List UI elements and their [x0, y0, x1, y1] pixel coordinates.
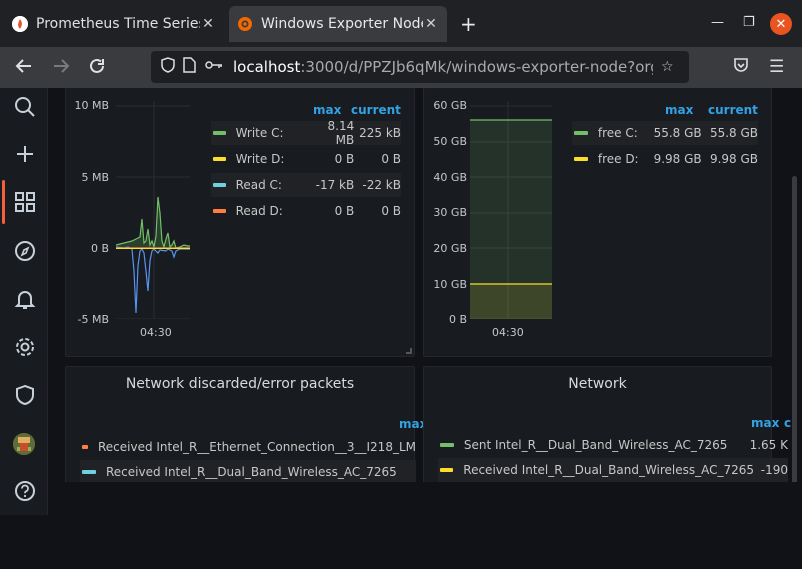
free-space-panel: 60 GB 50 GB 40 GB 30 GB 20 GB 10 GB 0 B … — [423, 88, 772, 357]
key-icon[interactable] — [205, 59, 227, 75]
y-axis-label: 0 B — [90, 242, 109, 255]
x-axis-label: 04:30 — [492, 326, 524, 339]
new-tab-icon[interactable]: + — [460, 12, 477, 36]
legend-row[interactable]: Received Intel_R__Ethernet_Connection__3… — [80, 435, 416, 459]
minimize-icon[interactable]: — — [711, 15, 724, 30]
series-swatch — [213, 209, 226, 213]
series-swatch — [213, 183, 226, 187]
page-icon[interactable] — [183, 57, 205, 77]
forward-icon[interactable] — [52, 57, 70, 80]
tab-prometheus[interactable]: Prometheus Time Series ✕ — [4, 6, 224, 42]
panel-title[interactable]: Network — [424, 376, 771, 392]
server-admin-shield-icon[interactable] — [13, 384, 37, 408]
grafana-favicon-icon — [237, 16, 253, 32]
tab-title: Windows Exporter Node — [261, 16, 423, 32]
browser-tab-bar: Prometheus Time Series ✕ Windows Exporte… — [0, 0, 802, 47]
y-axis-label: 30 GB — [433, 206, 467, 219]
create-plus-icon[interactable] — [13, 144, 37, 168]
maximize-icon[interactable]: ❐ — [743, 15, 755, 30]
y-axis-label: 20 GB — [433, 242, 467, 255]
series-swatch — [574, 131, 588, 135]
free-space-graph[interactable] — [470, 101, 552, 319]
series-swatch — [440, 443, 454, 447]
series-swatch — [440, 468, 454, 472]
y-axis-label: 0 B — [448, 313, 467, 326]
configuration-gear-icon[interactable] — [13, 336, 37, 360]
reload-icon[interactable] — [88, 57, 106, 80]
y-axis-label: -5 MB — [77, 313, 109, 326]
series-swatch — [213, 157, 226, 161]
legend-row[interactable]: Read D: 0 B 0 B — [211, 199, 401, 223]
bookmark-star-icon[interactable]: ☆ — [661, 59, 683, 75]
shield-icon[interactable] — [161, 57, 183, 77]
legend-row[interactable]: free C: 55.8 GB 55.8 GB — [572, 121, 758, 145]
tab-title: Prometheus Time Series — [36, 16, 200, 32]
disk-io-panel: 10 MB 5 MB 0 B -5 MB 04:30 max current W… — [65, 88, 415, 357]
series-swatch — [213, 131, 226, 135]
menu-icon[interactable]: ☰ — [769, 57, 784, 77]
legend-row[interactable]: free D: 9.98 GB 9.98 GB — [572, 147, 758, 171]
panel-title[interactable]: Network discarded/error packets — [66, 376, 414, 392]
explore-compass-icon[interactable] — [13, 240, 37, 264]
legend-header-current[interactable]: current — [708, 103, 758, 117]
y-axis-label: 40 GB — [433, 171, 467, 184]
legend-row[interactable]: Write C: 8.14 MB 225 kB — [211, 119, 401, 147]
series-swatch — [82, 470, 96, 474]
legend-row[interactable]: Received Intel_R__Dual_Band_Wireless_AC_… — [438, 458, 788, 482]
alerting-bell-icon[interactable] — [13, 288, 37, 312]
url-text: localhost:3000/d/PPZJb6qMk/windows-expor… — [233, 58, 653, 76]
grafana-sidebar — [0, 88, 48, 515]
y-axis-label: 50 GB — [433, 135, 467, 148]
firefox-favicon-icon — [12, 16, 28, 32]
x-axis-label: 04:30 — [140, 326, 172, 339]
legend-header-current[interactable]: c — [784, 416, 791, 430]
window-close-icon[interactable]: ✕ — [770, 13, 792, 35]
help-icon[interactable] — [13, 480, 37, 504]
browser-nav-bar: localhost:3000/d/PPZJb6qMk/windows-expor… — [0, 47, 802, 88]
dashboards-icon[interactable] — [13, 191, 37, 215]
search-icon[interactable] — [13, 96, 37, 120]
active-indicator — [2, 180, 5, 224]
page-bottom-area — [48, 482, 802, 569]
legend-row[interactable]: Write D: 0 B 0 B — [211, 147, 401, 171]
legend-row[interactable]: Read C: -17 kB -22 kB — [211, 173, 401, 197]
legend-header-max[interactable]: max — [751, 416, 779, 430]
tab-close-icon[interactable]: ✕ — [200, 16, 216, 32]
legend-header-max[interactable]: max — [665, 103, 693, 117]
legend-header-max[interactable]: max — [313, 103, 341, 117]
y-axis-label: 60 GB — [433, 99, 467, 112]
legend-header-current[interactable]: current — [351, 103, 401, 117]
series-swatch — [574, 157, 588, 161]
disk-io-graph[interactable] — [116, 101, 190, 319]
pocket-icon[interactable] — [733, 57, 749, 78]
tab-close-icon[interactable]: ✕ — [423, 16, 439, 32]
tab-windows-exporter[interactable]: Windows Exporter Node ✕ — [229, 6, 447, 42]
y-axis-label: 5 MB — [81, 171, 109, 184]
address-bar[interactable]: localhost:3000/d/PPZJb6qMk/windows-expor… — [151, 51, 689, 83]
series-swatch — [82, 445, 88, 449]
resize-handle[interactable] — [406, 348, 412, 354]
y-axis-label: 10 MB — [74, 99, 109, 112]
back-icon[interactable] — [15, 57, 33, 80]
legend-row[interactable]: Received Intel_R__Dual_Band_Wireless_AC_… — [80, 460, 416, 484]
legend-row[interactable]: Sent Intel_R__Dual_Band_Wireless_AC_7265… — [438, 433, 788, 457]
y-axis-label: 10 GB — [433, 278, 467, 291]
user-avatar[interactable] — [13, 433, 35, 455]
